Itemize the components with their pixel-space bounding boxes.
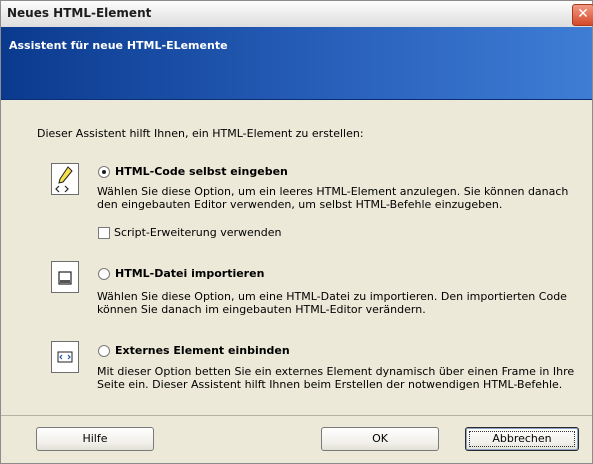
pencil-code-icon bbox=[51, 163, 79, 195]
option-external-description: Mit dieser Option betten Sie ein externe… bbox=[97, 365, 575, 391]
option-import-file-label[interactable]: HTML-Datei importieren bbox=[115, 267, 264, 280]
help-button[interactable]: Hilfe bbox=[36, 427, 154, 451]
html-file-icon bbox=[51, 261, 79, 293]
script-extension-label[interactable]: Script-Erweiterung verwenden bbox=[114, 226, 281, 239]
option-html-code-description: Wählen Sie diese Option, um ein leeres H… bbox=[97, 185, 569, 211]
window-title: Neues HTML-Element bbox=[7, 6, 152, 20]
dialog-window: Neues HTML-Element ✕ Assistent für neue … bbox=[0, 0, 593, 464]
intro-text: Dieser Assistent hilft Ihnen, ein HTML-E… bbox=[37, 127, 364, 140]
option-html-code-label[interactable]: HTML-Code selbst eingeben bbox=[115, 165, 288, 178]
cancel-button[interactable]: Abbrechen bbox=[465, 427, 579, 451]
banner-title: Assistent für neue HTML-ELemente bbox=[9, 39, 228, 52]
close-icon: ✕ bbox=[577, 6, 589, 22]
external-code-icon bbox=[51, 341, 79, 373]
option-import-file-radio[interactable] bbox=[98, 268, 110, 280]
option-html-code-radio[interactable] bbox=[98, 166, 110, 178]
title-bar[interactable]: Neues HTML-Element ✕ bbox=[1, 1, 593, 28]
script-extension-checkbox[interactable] bbox=[98, 227, 110, 239]
option-external-radio[interactable] bbox=[98, 345, 110, 357]
wizard-banner: Assistent für neue HTML-ELemente bbox=[1, 27, 592, 100]
ok-button[interactable]: OK bbox=[321, 427, 439, 451]
close-button[interactable]: ✕ bbox=[572, 4, 593, 26]
option-external-label[interactable]: Externes Element einbinden bbox=[115, 344, 290, 357]
option-import-file-description: Wählen Sie diese Option, um eine HTML-Da… bbox=[97, 290, 567, 316]
footer-separator bbox=[1, 415, 592, 416]
